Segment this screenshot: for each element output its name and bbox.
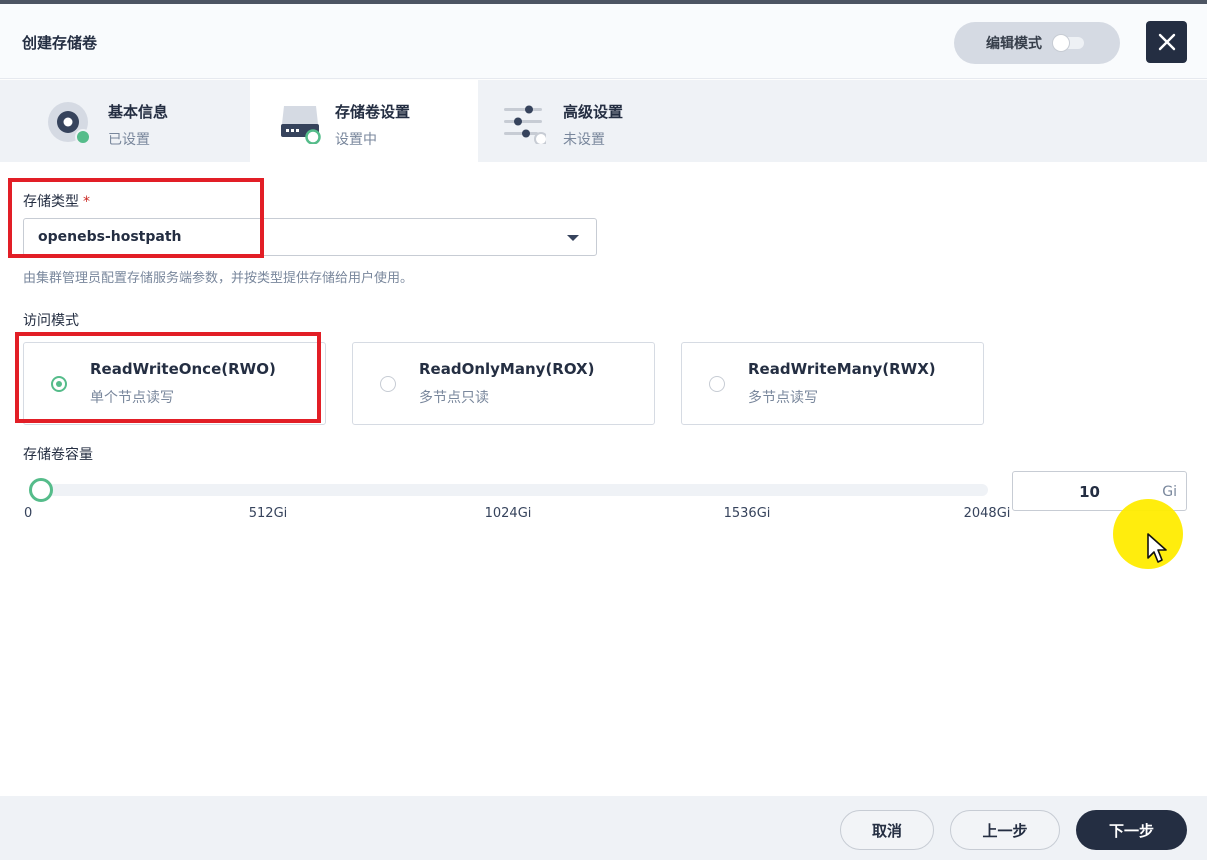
- option-title: ReadWriteMany(RWX): [748, 360, 936, 378]
- slider-tick-label: 512Gi: [248, 506, 288, 521]
- tab-advanced-settings[interactable]: 高级设置 未设置: [478, 80, 728, 162]
- highlight-box: [15, 332, 321, 423]
- capacity-value: 10: [1079, 483, 1100, 501]
- caret-down-icon: [567, 235, 579, 241]
- tab-basic-info[interactable]: 基本信息 已设置: [0, 80, 250, 162]
- tab-name: 高级设置: [563, 103, 624, 121]
- close-button[interactable]: [1146, 21, 1187, 63]
- capacity-slider-handle[interactable]: [28, 478, 53, 502]
- option-title: ReadOnlyMany(ROX): [419, 360, 595, 378]
- slider-tick-label: 2048Gi: [963, 506, 1011, 521]
- next-step-button[interactable]: 下一步: [1076, 810, 1187, 850]
- tab-status: 已设置: [108, 132, 150, 148]
- hard-drive-icon: [281, 106, 321, 144]
- tab-volume-settings[interactable]: 存储卷设置 设置中: [250, 80, 478, 162]
- step-tabs: 基本信息 已设置 存储卷设置 设置中 高级设置 未设置: [0, 80, 1207, 162]
- capacity-slider-track[interactable]: [36, 484, 988, 496]
- tab-name: 基本信息: [108, 103, 169, 121]
- cancel-button[interactable]: 取消: [840, 810, 934, 850]
- tab-status: 设置中: [335, 132, 377, 148]
- option-desc: 多节点读写: [748, 390, 818, 406]
- slider-tick-label: 1024Gi: [484, 506, 532, 521]
- slider-tick-label: 0: [24, 506, 33, 521]
- edit-mode-toggle[interactable]: 编辑模式: [954, 22, 1120, 64]
- dialog-header: 创建存储卷 编辑模式: [0, 4, 1207, 79]
- access-mode-option-rox[interactable]: ReadOnlyMany(ROX) 多节点只读: [352, 342, 655, 425]
- radio-unselected[interactable]: [709, 376, 725, 392]
- dialog-footer: 取消 上一步 下一步: [0, 796, 1207, 860]
- tab-name: 存储卷设置: [335, 103, 411, 121]
- capacity-unit: Gi: [1162, 484, 1177, 500]
- tab-status: 未设置: [563, 132, 605, 148]
- sliders-icon: [504, 105, 546, 144]
- capacity-label: 存储卷容量: [23, 447, 93, 463]
- disc-icon: [48, 102, 90, 144]
- prev-step-button[interactable]: 上一步: [950, 810, 1060, 850]
- option-desc: 多节点只读: [419, 390, 489, 406]
- toggle-switch[interactable]: [1053, 35, 1084, 51]
- storage-type-help: 由集群管理员配置存储服务端参数，并按类型提供存储给用户使用。: [23, 271, 414, 286]
- radio-unselected[interactable]: [380, 376, 396, 392]
- mouse-pointer-icon: [1147, 533, 1167, 563]
- slider-tick-label: 1536Gi: [723, 506, 771, 521]
- edit-mode-label: 编辑模式: [986, 36, 1042, 52]
- access-mode-label: 访问模式: [23, 313, 79, 329]
- close-icon: [1158, 33, 1175, 51]
- dialog-title: 创建存储卷: [22, 34, 98, 52]
- highlight-box: [8, 178, 264, 258]
- access-mode-option-rwx[interactable]: ReadWriteMany(RWX) 多节点读写: [681, 342, 984, 425]
- toggle-knob: [1053, 35, 1069, 51]
